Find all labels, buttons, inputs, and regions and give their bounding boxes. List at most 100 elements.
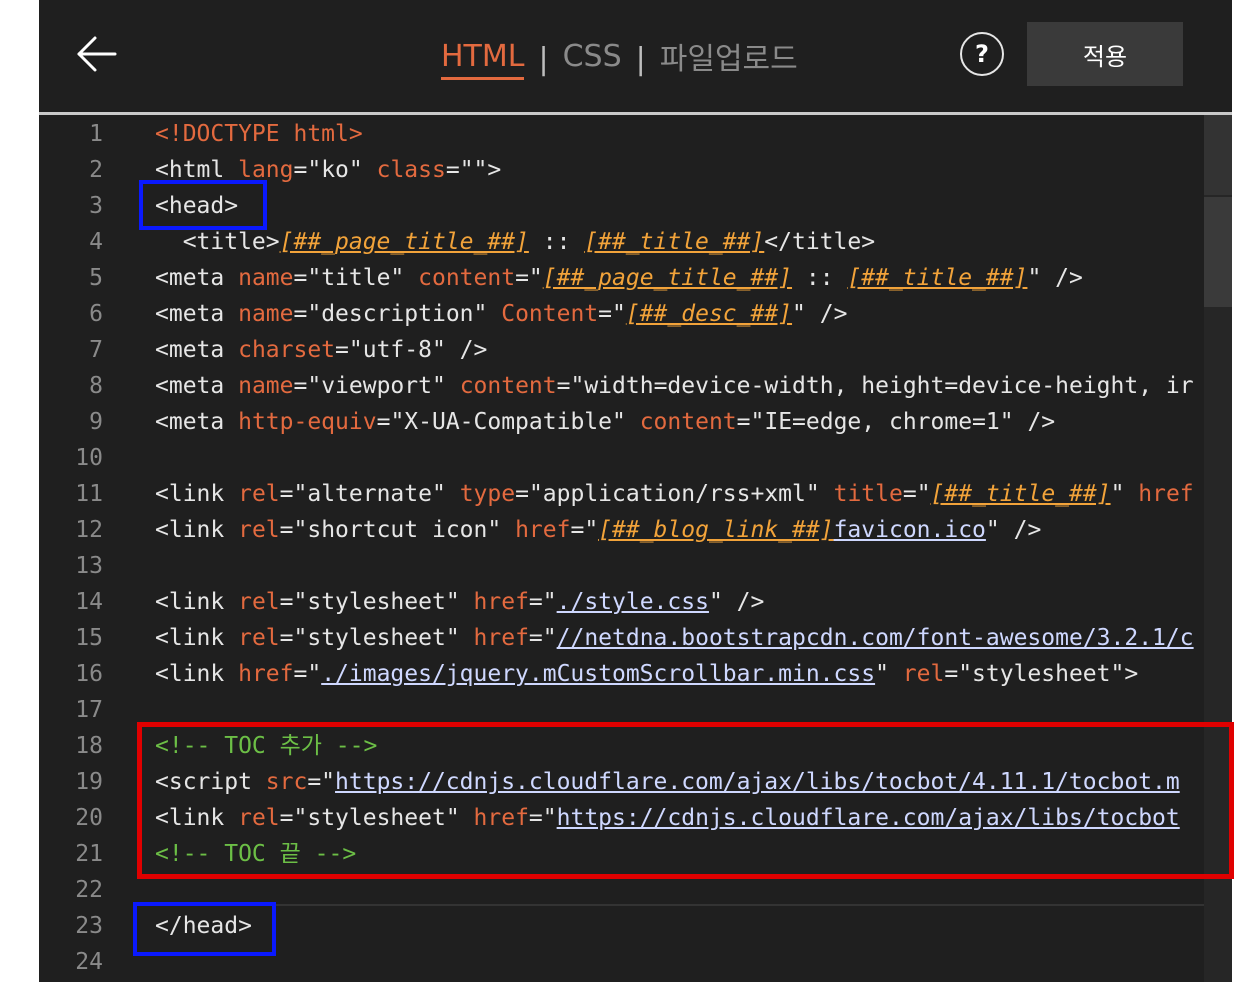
code-token: =" <box>570 517 599 543</box>
code-token: Content <box>501 301 599 327</box>
code-token: = <box>293 265 308 291</box>
scrollbar-thumb[interactable] <box>1204 197 1232 307</box>
tab-separator: | <box>538 41 549 77</box>
code-line[interactable]: 11 <link rel="alternate" type="applicatio… <box>39 476 1204 512</box>
line-source: <meta http-equiv="X-UA-Compatible" conte… <box>155 404 1055 440</box>
line-source: <link rel="alternate" type="application/… <box>155 476 1194 512</box>
tab-css[interactable]: CSS <box>563 39 622 80</box>
code-token: <title> <box>155 229 280 255</box>
code-token: href <box>238 661 294 687</box>
code-token: =" <box>515 265 543 291</box>
code-line[interactable]: 15 <link rel="stylesheet" href="//netdna.… <box>39 620 1204 656</box>
tab-file-upload[interactable]: 파일업로드 <box>660 34 798 84</box>
line-source: <link href="./images/jquery.mCustomScrol… <box>155 656 1138 692</box>
code-token: = <box>335 337 349 363</box>
code-line[interactable]: 8 <meta name="viewport" content="width=de… <box>39 368 1204 404</box>
code-line[interactable]: 1 <!DOCTYPE html> <box>39 116 1204 152</box>
line-number: 18 <box>75 733 103 759</box>
code-token: = <box>556 373 571 399</box>
code-token: <link <box>155 661 239 687</box>
code-token: <link <box>155 481 239 507</box>
code-token: name <box>238 373 294 399</box>
code-token: [##_title_##] <box>847 265 1028 291</box>
code-token: " <box>875 661 903 687</box>
code-token: "" <box>459 157 488 183</box>
code-token: =" <box>528 625 557 651</box>
code-token: = <box>279 589 294 615</box>
code-token: "ko" <box>307 157 363 183</box>
code-token: <meta <box>155 301 239 327</box>
code-token: =" <box>902 481 931 507</box>
code-line[interactable]: 5 <meta name="title" content="[##_page_ti… <box>39 260 1204 296</box>
line-number: 11 <box>75 481 103 507</box>
code-token: <link <box>155 517 239 543</box>
line-number: 20 <box>75 805 103 831</box>
code-token: http-equiv <box>238 409 377 435</box>
back-arrow-icon[interactable] <box>75 34 119 74</box>
code-token: "stylesheet" <box>293 589 460 615</box>
line-number: 10 <box>75 445 103 471</box>
line-number: 1 <box>89 121 103 147</box>
line-number: 13 <box>75 553 103 579</box>
code-token: [##_title_##] <box>584 229 765 255</box>
line-number: 6 <box>89 301 103 327</box>
tab-html[interactable]: HTML <box>441 39 525 80</box>
question-circle-icon[interactable]: ? <box>960 32 1004 76</box>
code-line[interactable]: 9 <meta http-equiv="X-UA-Compatible" cont… <box>39 404 1204 440</box>
code-token: [##_title_##] <box>930 481 1111 507</box>
code-line[interactable]: 10 <box>39 440 1204 476</box>
code-token: content <box>459 373 557 399</box>
line-number: 3 <box>89 193 103 219</box>
line-source: <meta name="viewport" content="width=dev… <box>155 368 1194 404</box>
line-source: <link rel="stylesheet" href="//netdna.bo… <box>155 620 1194 656</box>
code-line[interactable]: 14 <link rel="stylesheet" href="./style.c… <box>39 584 1204 620</box>
code-token: rel <box>902 661 945 687</box>
line-number: 7 <box>89 337 103 363</box>
code-line[interactable]: 7 <meta charset="utf-8" /> <box>39 332 1204 368</box>
code-token: name <box>238 301 294 327</box>
tab-separator: | <box>635 41 646 77</box>
code-token: href <box>515 517 571 543</box>
code-token: = <box>445 157 460 183</box>
code-token: " <box>1110 481 1139 507</box>
line-source: <meta name="description" Content="[##_de… <box>155 296 847 332</box>
code-token: name <box>238 265 294 291</box>
code-token: charset <box>238 337 336 363</box>
code-token: :: <box>528 229 585 255</box>
line-source: <link rel="shortcut icon" href="[##_blog… <box>155 512 1041 548</box>
code-line[interactable]: 12 <link rel="shortcut icon" href="[##_bl… <box>39 512 1204 548</box>
line-number: 2 <box>89 157 103 183</box>
line-number: 9 <box>89 409 103 435</box>
code-token: </title> <box>764 229 876 255</box>
code-token: > <box>487 157 502 183</box>
code-token: href <box>473 589 529 615</box>
code-line[interactable]: 16 <link href="./images/jquery.mCustomScr… <box>39 656 1204 692</box>
line-number: 24 <box>75 949 103 975</box>
code-token: "width=device-width, height=device-heigh… <box>570 373 1194 399</box>
code-token: href <box>473 625 529 651</box>
line-source: <meta charset="utf-8" /> <box>155 332 487 368</box>
code-token: "stylesheet" <box>293 625 460 651</box>
code-line[interactable]: 6 <meta name="description" Content="[##_d… <box>39 296 1204 332</box>
code-token: = <box>736 409 751 435</box>
line-source: <link rel="stylesheet" href="./style.css… <box>155 584 764 620</box>
code-token: [##_desc_##] <box>625 301 793 327</box>
apply-button[interactable]: 적용 <box>1027 22 1183 86</box>
code-token: "utf-8" <box>348 337 446 363</box>
code-token: content <box>639 409 737 435</box>
editor-header: HTML | CSS | 파일업로드 ? 적용 <box>39 0 1232 112</box>
code-token: =" <box>293 661 322 687</box>
code-token: =" <box>598 301 626 327</box>
code-token: favicon.ico <box>833 517 986 543</box>
line-number: 15 <box>75 625 103 651</box>
line-number: 4 <box>89 229 103 255</box>
code-line[interactable]: 13 <box>39 548 1204 584</box>
current-line-indicator <box>155 904 1204 906</box>
line-number: 17 <box>75 697 103 723</box>
